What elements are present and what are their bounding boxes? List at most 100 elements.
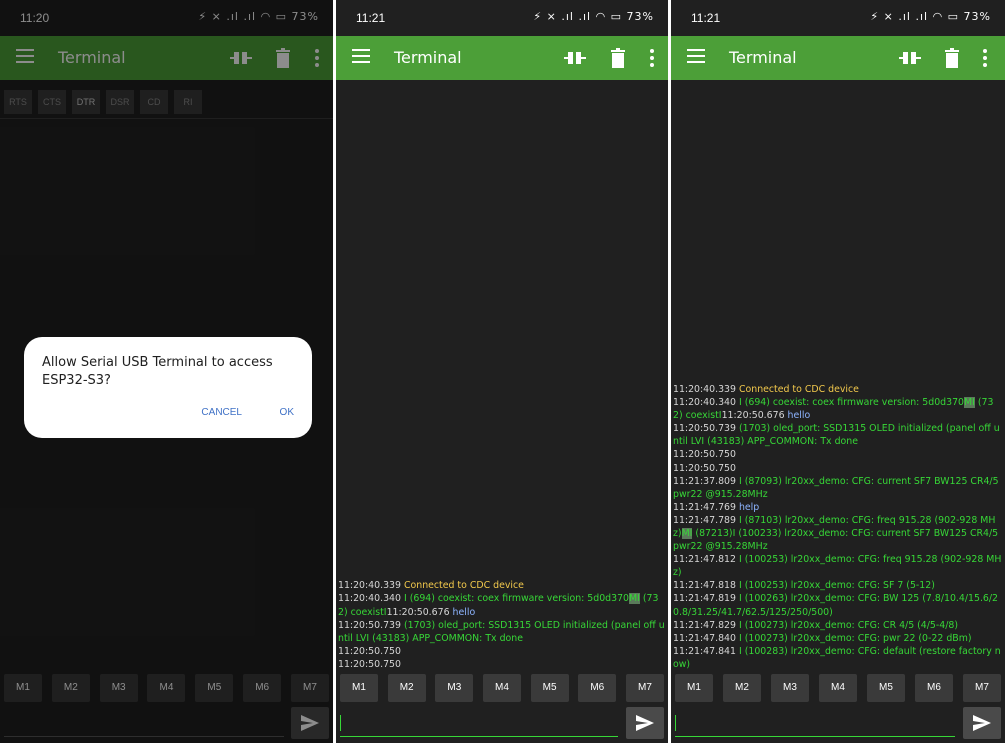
status-bar: 11:21 ⚡ ⨯ .ıl .ıl ◠ ▭ 73% [671,0,1005,36]
permission-dialog: Allow Serial USB Terminal to access ESP3… [24,337,312,438]
terminal-log: 11:20:40.339 Connected to CDC device 11:2… [673,383,1003,671]
log-segment: 11:21:47.812 [673,554,739,566]
more-icon[interactable] [649,49,655,67]
menu-icon[interactable] [352,49,370,67]
macro-button-m3[interactable]: M3 [771,674,809,702]
status-bar: 11:21 ⚡ ⨯ .ıl .ıl ◠ ▭ 73% [336,0,668,36]
app-title: Terminal [729,48,797,67]
log-line: 11:20:40.340 I (694) coexist: coex firmw… [673,396,1003,422]
macro-button-m5[interactable]: M5 [530,674,569,702]
dialog-message: Allow Serial USB Terminal to access ESP3… [42,355,273,388]
more-icon[interactable] [982,49,988,67]
log-line: 11:21:47.840 I (100273) lr20xx_demo: CFG… [673,632,1003,645]
macro-row: M1 M2 M3 M4 M5 M6 M7 [336,671,668,705]
macro-row: M1 M2 M3 M4 M5 M6 M7 [671,671,1005,705]
connect-icon[interactable] [564,50,586,66]
log-line: 11:21:47.812 I (100253) lr20xx_demo: CFG… [673,553,1003,579]
log-line: 11:21:47.841 I (100283) lr20xx_demo: CFG… [673,645,1003,671]
log-line: 11:21:47.819 I (100263) lr20xx_demo: CFG… [673,592,1003,618]
macro-button-m5[interactable]: M5 [867,674,905,702]
log-line: 11:20:50.739 (1703) oled_port: SSD1315 O… [673,422,1003,448]
macro-button-m1[interactable]: M1 [340,674,378,702]
log-line: 11:20:50.739 (1703) oled_port: SSD1315 O… [338,619,666,645]
send-button[interactable] [963,707,1001,739]
send-icon [636,715,654,731]
log-segment: Connected to CDC device [738,383,859,395]
menu-icon[interactable] [687,49,705,67]
log-segment: help [738,501,760,513]
log-segment: MI [964,397,975,409]
text-cursor [340,715,341,731]
log-line: 11:20:40.339 Connected to CDC device [673,383,1003,396]
log-segment: hello [452,606,476,618]
log-segment: 11:21:47.829 [673,619,739,631]
send-icon [973,715,991,731]
macro-button-m2[interactable]: M2 [387,674,426,702]
connect-icon[interactable] [899,50,921,66]
app-bar: Terminal [671,36,1005,80]
macro-button-m4[interactable]: M4 [819,674,857,702]
log-line: 11:20:50.750 [673,462,1003,475]
log-line: 11:21:47.769 help [673,501,1003,514]
log-segment: 11:20:50.750 [673,449,736,461]
send-text-input[interactable] [675,709,955,737]
cancel-button[interactable]: CANCEL [201,407,242,418]
log-segment: 11:20:50.676 [721,410,788,422]
log-segment: 11:20:50.750 [673,462,736,474]
trash-icon[interactable] [611,48,625,68]
log-segment: 11:20:40.340 [673,397,739,409]
phone-screen-3: 11:21 ⚡ ⨯ .ıl .ıl ◠ ▭ 73% Terminal 11:20… [671,0,1005,743]
log-segment: 11:20:50.739 [338,619,404,631]
log-segment: 11:20:50.750 [338,645,401,657]
macro-button-m1[interactable]: M1 [675,674,713,702]
terminal-area: 11:20:40.339 Connected to CDC device 11:2… [336,80,668,671]
macro-button-m3[interactable]: M3 [435,674,474,702]
log-segment: MI [629,593,640,605]
log-segment: 11:20:50.750 [338,658,401,670]
macro-button-m6[interactable]: M6 [578,674,617,702]
macro-button-m2[interactable]: M2 [723,674,761,702]
log-line: 11:20:40.340 I (694) coexist: coex firmw… [338,592,666,618]
log-segment: MI [681,527,693,539]
log-segment: 11:20:50.676 [386,606,453,618]
terminal-area: 11:20:40.339 Connected to CDC device 11:2… [671,80,1005,671]
log-segment: 11:21:47.819 [673,593,739,605]
log-segment: I (100273) lr20xx_demo: CFG: CR 4/5 (4/5… [738,619,959,631]
log-segment: 11:21:47.840 [673,632,739,644]
phone-screen-1: 11:20 ⚡ ⨯ .ıl .ıl ◠ ▭ 73% Terminal RTS C… [0,0,333,743]
log-segment: 11:21:47.818 [673,580,739,592]
macro-button-m7[interactable]: M7 [963,674,1001,702]
log-segment: 11:21:37.809 [673,475,739,487]
log-line: 11:21:47.789 I (87103) lr20xx_demo: CFG:… [673,514,1003,553]
macro-button-m6[interactable]: M6 [915,674,953,702]
terminal-log: 11:20:40.339 Connected to CDC device 11:2… [338,579,666,671]
log-segment: 11:21:47.841 [673,645,739,657]
log-line: 11:20:50.750 [338,658,666,671]
log-line: 11:21:37.809 I (87093) lr20xx_demo: CFG:… [673,475,1003,501]
log-segment: I (694) coexist: coex firmware version: … [403,593,630,605]
log-segment: I (694) coexist: coex firmware version: … [738,397,965,409]
log-line: 11:20:40.339 Connected to CDC device [338,579,666,592]
log-segment: hello [787,410,811,422]
log-line: 11:21:47.829 I (100273) lr20xx_demo: CFG… [673,619,1003,632]
status-time: 11:21 [356,11,386,25]
send-text-input[interactable] [340,709,618,737]
app-bar: Terminal [336,36,668,80]
log-segment: 11:21:47.789 [673,514,739,526]
status-icons: ⚡ ⨯ .ıl .ıl ◠ ▭ 73% [533,10,654,23]
log-segment: (87213)I (100233) lr20xx_demo: CFG: curr… [673,527,1002,553]
status-time: 11:21 [691,11,721,25]
macro-button-m7[interactable]: M7 [625,674,664,702]
log-line: 11:20:50.750 [673,448,1003,461]
input-row [671,705,1005,743]
log-segment: 11:20:40.340 [338,593,404,605]
macro-button-m4[interactable]: M4 [482,674,521,702]
log-segment: 11:20:50.739 [673,423,739,435]
ok-button[interactable]: OK [280,407,294,418]
log-segment: 11:21:47.769 [673,501,739,513]
input-row [336,705,668,743]
log-segment: 11:20:40.339 [338,580,404,592]
send-button[interactable] [626,707,664,739]
log-segment: I (100253) lr20xx_demo: CFG: SF 7 (5-12) [738,580,935,592]
trash-icon[interactable] [945,48,959,68]
